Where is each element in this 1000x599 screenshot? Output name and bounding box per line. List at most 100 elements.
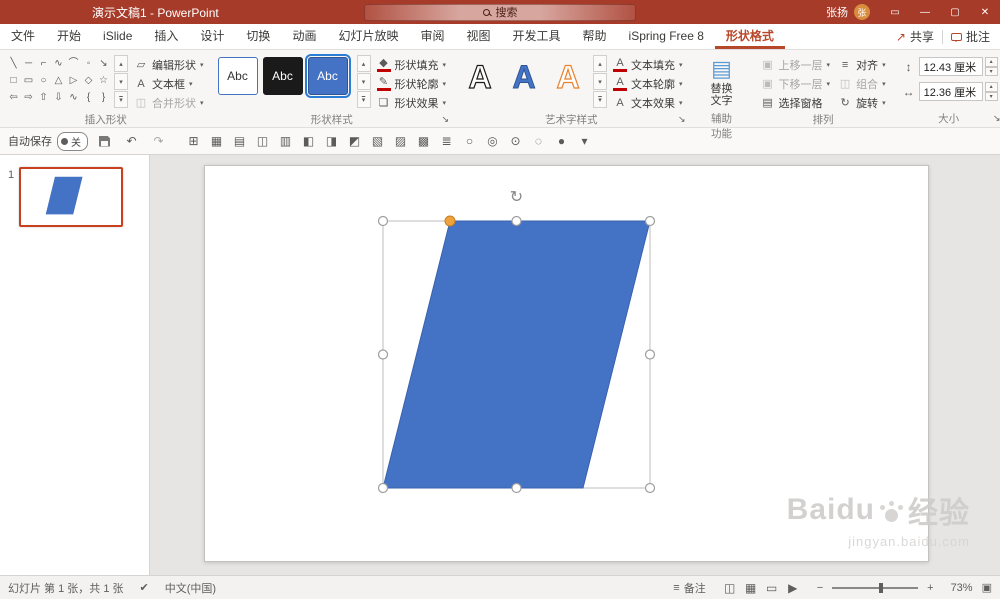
tab-shape-format[interactable]: 形状格式 bbox=[715, 24, 785, 49]
shape-gallery-item-0-6[interactable]: ↘ bbox=[96, 55, 111, 72]
merge-shapes-button[interactable]: ◫ 合并形状 ▾ bbox=[130, 94, 208, 111]
table-icon[interactable]: ▦ bbox=[206, 131, 227, 151]
shape-gallery-item-0-1[interactable]: ─ bbox=[21, 55, 36, 72]
autosave-switch[interactable]: 关 bbox=[57, 131, 88, 151]
shape-style-tile-3[interactable]: Abc bbox=[304, 54, 351, 98]
align-objects-icon[interactable]: ≣ bbox=[436, 131, 457, 151]
tab-file[interactable]: 文件 bbox=[0, 24, 46, 49]
shape-gallery-item-0-3[interactable]: ∿ bbox=[51, 55, 66, 72]
shape-gallery-item-0-5[interactable]: ◦ bbox=[81, 55, 96, 72]
shape-gallery-item-1-3[interactable]: △ bbox=[51, 72, 66, 89]
width-decrease-button[interactable]: ▾ bbox=[984, 91, 998, 101]
alt-text-button[interactable]: ▤ 替换 文字 bbox=[711, 54, 733, 108]
editing-canvas[interactable]: ↻ Baidu 经验 jingyan.baidu.com bbox=[150, 155, 1000, 575]
fit-to-window-icon[interactable]: ▣ bbox=[982, 581, 992, 594]
shape-gallery-item-1-2[interactable]: ○ bbox=[36, 72, 51, 89]
tab-design[interactable]: 设计 bbox=[189, 24, 235, 49]
shape-gallery-item-2-5[interactable]: { bbox=[81, 89, 96, 106]
ribbon-display-options-icon[interactable]: ▭ bbox=[880, 0, 910, 24]
width-increase-button[interactable]: ▴ bbox=[984, 82, 998, 92]
shape-gallery-item-2-6[interactable]: } bbox=[96, 89, 111, 106]
gallery-down-icon[interactable]: ▾ bbox=[593, 73, 608, 90]
shape-gallery-item-2-2[interactable]: ⇧ bbox=[36, 89, 51, 106]
gallery-more-icon[interactable]: ▾ bbox=[593, 91, 608, 108]
zoom-percentage[interactable]: 73% bbox=[943, 582, 973, 594]
align-left-icon[interactable]: ▤ bbox=[229, 131, 250, 151]
align-right-icon[interactable]: ▥ bbox=[275, 131, 296, 151]
align-top-icon[interactable]: ◧ bbox=[298, 131, 319, 151]
tab-transitions[interactable]: 切换 bbox=[235, 24, 281, 49]
shape-styles-dialog-launcher-icon[interactable]: ↘ bbox=[441, 114, 449, 125]
gallery-down-icon[interactable]: ▾ bbox=[114, 73, 128, 90]
slide-thumbnail[interactable] bbox=[19, 167, 124, 227]
gallery-up-icon[interactable]: ▴ bbox=[114, 55, 128, 72]
wordart-style-2[interactable]: A bbox=[502, 54, 546, 100]
wordart-style-3[interactable]: A bbox=[546, 54, 590, 100]
oval-style-2-icon[interactable]: ◎ bbox=[482, 131, 503, 151]
parallelogram-shape[interactable] bbox=[382, 220, 651, 489]
shape-outline-button[interactable]: ✎ 形状轮廓 ▾ bbox=[373, 75, 451, 92]
shape-gallery-item-2-1[interactable]: ⇨ bbox=[21, 89, 36, 106]
zoom-in-button[interactable]: + bbox=[927, 582, 933, 594]
shape-gallery-item-1-0[interactable]: □ bbox=[6, 72, 21, 89]
width-input[interactable]: 12.36 厘米 bbox=[918, 82, 983, 101]
resize-handle-sw[interactable] bbox=[377, 482, 389, 494]
more-commands-icon[interactable]: ▾ bbox=[574, 131, 595, 151]
grid-icon[interactable]: ⊞ bbox=[183, 131, 204, 151]
spellcheck-icon[interactable]: ✔ bbox=[140, 581, 149, 594]
zoom-out-button[interactable]: − bbox=[817, 582, 823, 594]
reading-view-icon[interactable]: ▭ bbox=[763, 581, 781, 595]
gallery-up-icon[interactable]: ▴ bbox=[356, 55, 371, 72]
shape-gallery-item-1-4[interactable]: ▷ bbox=[66, 72, 81, 89]
tab-home[interactable]: 开始 bbox=[46, 24, 92, 49]
share-button[interactable]: ↗ 共享 bbox=[896, 28, 934, 45]
normal-view-icon[interactable]: ◫ bbox=[721, 581, 739, 595]
tab-review[interactable]: 审阅 bbox=[409, 24, 455, 49]
wordart-dialog-launcher-icon[interactable]: ↘ bbox=[678, 114, 686, 125]
shape-gallery-item-1-1[interactable]: ▭ bbox=[21, 72, 36, 89]
shape-style-tile-2[interactable]: Abc bbox=[262, 57, 303, 95]
shape-gallery-item-2-4[interactable]: ∿ bbox=[66, 89, 81, 106]
align-center-icon[interactable]: ◫ bbox=[252, 131, 273, 151]
resize-handle-w[interactable] bbox=[377, 349, 389, 360]
resize-handle-e[interactable] bbox=[644, 349, 656, 360]
height-increase-button[interactable]: ▴ bbox=[984, 57, 998, 67]
oval-style-3-icon[interactable]: ⊙ bbox=[505, 131, 526, 151]
save-button[interactable] bbox=[94, 131, 115, 151]
resize-handle-s[interactable] bbox=[511, 482, 522, 494]
zoom-slider-thumb[interactable] bbox=[879, 582, 884, 593]
send-backward-button[interactable]: ▣ 下移一层 ▾ bbox=[757, 75, 835, 92]
shape-gallery-item-0-4[interactable]: ⌒ bbox=[66, 55, 81, 72]
edit-shape-button[interactable]: ▱ 编辑形状 ▾ bbox=[130, 56, 208, 73]
undo-button[interactable]: ↶ bbox=[121, 131, 142, 151]
tab-slide-show[interactable]: 幻灯片放映 bbox=[327, 24, 409, 49]
rotate-button[interactable]: ↻ 旋转 ▾ bbox=[834, 94, 890, 111]
snap-grid-icon[interactable]: ▩ bbox=[413, 131, 434, 151]
maximize-button[interactable]: ▢ bbox=[940, 0, 970, 24]
group-button[interactable]: ◫ 组合 ▾ bbox=[834, 75, 890, 92]
slide[interactable]: ↻ bbox=[204, 165, 929, 562]
shape-gallery-item-2-0[interactable]: ⇦ bbox=[6, 89, 21, 106]
shape-fill-button[interactable]: ◆ 形状填充 ▾ bbox=[373, 56, 451, 73]
zoom-slider[interactable] bbox=[832, 582, 919, 593]
tab-animations[interactable]: 动画 bbox=[281, 24, 327, 49]
oval-style-5-icon[interactable]: ● bbox=[551, 131, 572, 151]
tab-developer[interactable]: 开发工具 bbox=[502, 24, 572, 49]
distribute-vertical-icon[interactable]: ▨ bbox=[390, 131, 411, 151]
redo-button[interactable]: ↷ bbox=[148, 131, 169, 151]
gallery-up-icon[interactable]: ▴ bbox=[593, 55, 608, 72]
resize-handle-n[interactable] bbox=[511, 215, 522, 227]
close-button[interactable]: ✕ bbox=[970, 0, 1000, 24]
align-bottom-icon[interactable]: ◩ bbox=[344, 131, 365, 151]
oval-style-4-icon[interactable]: ◌ bbox=[528, 131, 549, 151]
text-outline-button[interactable]: A 文本轮廓 ▾ bbox=[609, 75, 687, 92]
tab-view[interactable]: 视图 bbox=[455, 24, 501, 49]
size-dialog-launcher-icon[interactable]: ↘ bbox=[993, 113, 1000, 124]
slide-sorter-icon[interactable]: ▦ bbox=[742, 581, 760, 595]
minimize-button[interactable]: — bbox=[910, 0, 940, 24]
shape-gallery-item-0-2[interactable]: ⌐ bbox=[36, 55, 51, 72]
gallery-down-icon[interactable]: ▾ bbox=[356, 73, 371, 90]
resize-handle-nw[interactable] bbox=[377, 215, 389, 227]
text-box-button[interactable]: A 文本框 ▾ bbox=[130, 75, 208, 92]
adjust-handle[interactable] bbox=[444, 215, 456, 227]
